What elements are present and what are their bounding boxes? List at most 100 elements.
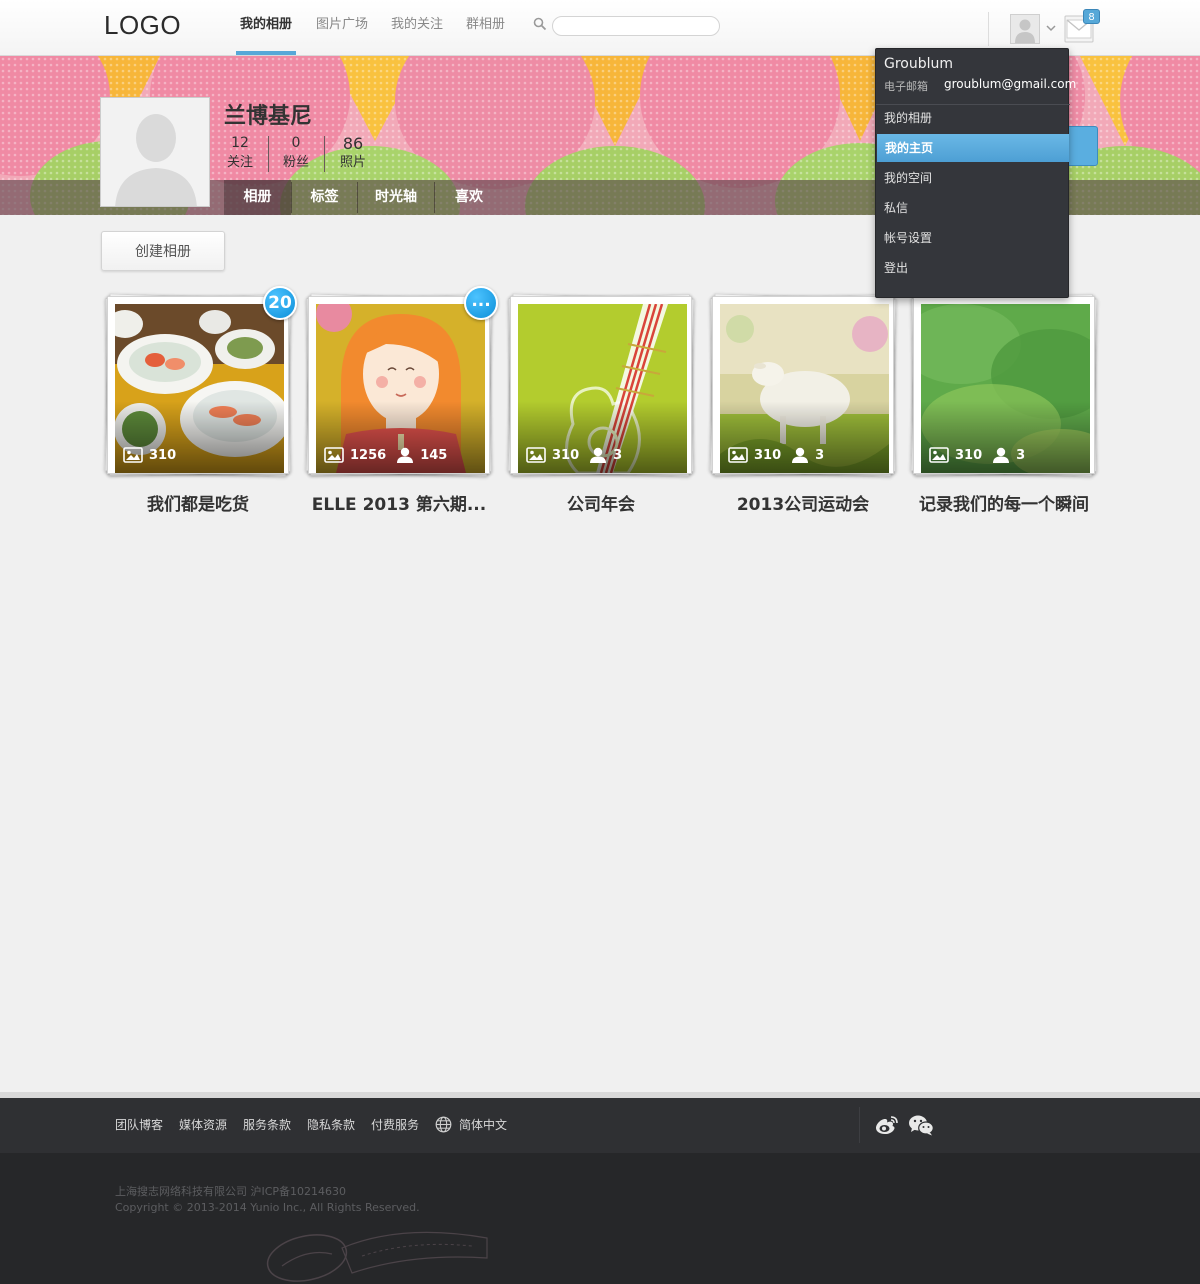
album-stats: 310 3 <box>728 447 824 463</box>
album-cover-photo: 310 3 <box>518 304 687 473</box>
stat-divider <box>268 136 269 172</box>
image-icon <box>728 447 748 463</box>
topbar-divider <box>988 12 989 46</box>
album-member-count: 3 <box>613 447 623 463</box>
album-title[interactable]: 公司年会 <box>498 490 704 515</box>
album-cover-photo: 1256 145 <box>316 304 485 473</box>
banner-side-tab[interactable] <box>1066 126 1098 166</box>
album-cover-photo: 310 <box>115 304 284 473</box>
menu-item-my-albums[interactable]: 我的相册 <box>876 104 1070 132</box>
album-card[interactable]: 1256 145 ... ELLE 2013 第六期... <box>305 286 498 526</box>
album-photo-count: 1256 <box>350 447 387 463</box>
stat-followers[interactable]: 0 粉丝 <box>270 134 322 172</box>
new-photos-badge[interactable]: 20 <box>263 286 297 320</box>
album-stats: 1256 145 <box>324 447 447 463</box>
globe-icon <box>435 1116 452 1133</box>
image-icon <box>929 447 949 463</box>
image-icon <box>324 447 344 463</box>
user-icon <box>590 447 607 463</box>
wechat-icon[interactable] <box>908 1114 934 1136</box>
album-cover-photo: 310 3 <box>720 304 889 473</box>
footer-link-paid-services[interactable]: 付费服务 <box>371 1116 419 1133</box>
nav-tab-following[interactable]: 我的关注 <box>387 0 447 56</box>
album-stats: 310 3 <box>526 447 622 463</box>
stat-photos-label: 照片 <box>339 155 366 170</box>
profile-tab-likes[interactable]: 喜欢 <box>435 180 503 215</box>
album-cover[interactable]: 310 3 <box>510 296 692 474</box>
album-title[interactable]: 2013公司运动会 <box>700 490 906 515</box>
nav-tab-photo-square[interactable]: 图片广场 <box>312 0 372 56</box>
album-card[interactable]: 310 3 2013公司运动会 <box>709 293 902 526</box>
stat-photos[interactable]: 86 照片 <box>327 134 379 172</box>
album-member-count: 145 <box>420 447 448 463</box>
album-photo-count: 310 <box>754 447 782 463</box>
album-member-count: 3 <box>1016 447 1026 463</box>
menu-item-account-settings[interactable]: 帐号设置 <box>876 224 1070 252</box>
album-title[interactable]: 我们都是吃货 <box>95 490 301 515</box>
stat-followers-value: 0 <box>291 135 301 151</box>
stat-following-value: 12 <box>231 135 249 151</box>
user-avatar[interactable] <box>1010 14 1040 44</box>
dropdown-email-label: 电子邮箱 <box>884 80 928 93</box>
unread-mail-badge[interactable]: 8 <box>1083 9 1100 24</box>
user-icon <box>397 447 414 463</box>
stat-divider <box>324 136 325 172</box>
footer-legal <box>0 1153 1200 1284</box>
album-member-count: 3 <box>815 447 825 463</box>
chevron-down-icon[interactable] <box>1045 22 1057 34</box>
active-tab-indicator <box>236 51 296 55</box>
user-dropdown-menu: Groublum 电子邮箱 groublum@gmail.com 我的相册 我的… <box>875 48 1076 298</box>
image-icon <box>526 447 546 463</box>
menu-item-my-homepage[interactable]: 我的主页 <box>877 134 1069 162</box>
search-icon[interactable] <box>533 17 547 31</box>
album-cover[interactable]: 310 <box>107 296 289 474</box>
album-stats: 310 <box>123 447 176 463</box>
profile-tab-timeline[interactable]: 时光轴 <box>358 180 434 215</box>
album-cover[interactable]: 310 3 <box>712 296 894 474</box>
user-icon <box>792 447 809 463</box>
default-avatar-icon <box>1011 15 1039 43</box>
default-avatar-icon <box>101 98 209 206</box>
album-photo-count: 310 <box>149 447 177 463</box>
album-card[interactable]: 310 3 记录我们的每一个瞬间 <box>910 293 1103 526</box>
language-selector[interactable]: 简体中文 <box>459 1116 507 1133</box>
dropdown-username: Groublum <box>884 56 954 72</box>
album-title[interactable]: 记录我们的每一个瞬间 <box>901 490 1107 515</box>
footer-link-terms[interactable]: 服务条款 <box>243 1116 291 1133</box>
image-icon <box>123 447 143 463</box>
footer-link-media[interactable]: 媒体资源 <box>179 1116 227 1133</box>
album-cover[interactable]: 1256 145 <box>308 296 490 474</box>
nav-tab-my-albums[interactable]: 我的相册 <box>236 0 296 56</box>
album-title[interactable]: ELLE 2013 第六期... <box>296 490 502 515</box>
menu-item-my-space[interactable]: 我的空间 <box>876 164 1070 192</box>
logo[interactable]: LOGO <box>104 10 181 41</box>
nav-tab-group-albums[interactable]: 群相册 <box>462 0 509 56</box>
album-cover-photo: 310 3 <box>921 304 1090 473</box>
stat-following-label: 关注 <box>226 155 253 170</box>
user-icon <box>993 447 1010 463</box>
profile-name: 兰博基尼 <box>224 104 313 129</box>
album-card[interactable]: 310 20 我们都是吃货 <box>104 286 297 526</box>
profile-tab-tags[interactable]: 标签 <box>292 180 357 215</box>
search-input[interactable] <box>552 16 720 36</box>
profile-tab-albums[interactable]: 相册 <box>224 180 291 215</box>
stat-photos-value: 86 <box>342 134 364 153</box>
album-photo-count: 310 <box>955 447 983 463</box>
album-photo-count: 310 <box>552 447 580 463</box>
dropdown-email: groublum@gmail.com <box>944 77 1077 91</box>
footer-link-team-blog[interactable]: 团队博客 <box>115 1116 163 1133</box>
company-icp-line: 上海搜志网络科技有限公司 沪ICP备10214630 <box>115 1185 347 1198</box>
album-cover[interactable]: 310 3 <box>913 296 1095 474</box>
footer-link-privacy[interactable]: 隐私条款 <box>307 1116 355 1133</box>
watermark-stamp <box>266 1231 488 1282</box>
profile-avatar[interactable] <box>100 97 210 207</box>
stat-following[interactable]: 12 关注 <box>214 134 266 172</box>
create-album-button[interactable]: 创建相册 <box>101 231 225 271</box>
footer-divider <box>859 1107 860 1143</box>
album-stats: 310 3 <box>929 447 1025 463</box>
weibo-icon[interactable] <box>875 1114 899 1136</box>
more-options-badge[interactable]: ... <box>464 286 498 320</box>
album-card[interactable]: 310 3 公司年会 <box>507 293 700 526</box>
menu-item-logout[interactable]: 登出 <box>876 254 1070 282</box>
menu-item-messages[interactable]: 私信 <box>876 194 1070 222</box>
